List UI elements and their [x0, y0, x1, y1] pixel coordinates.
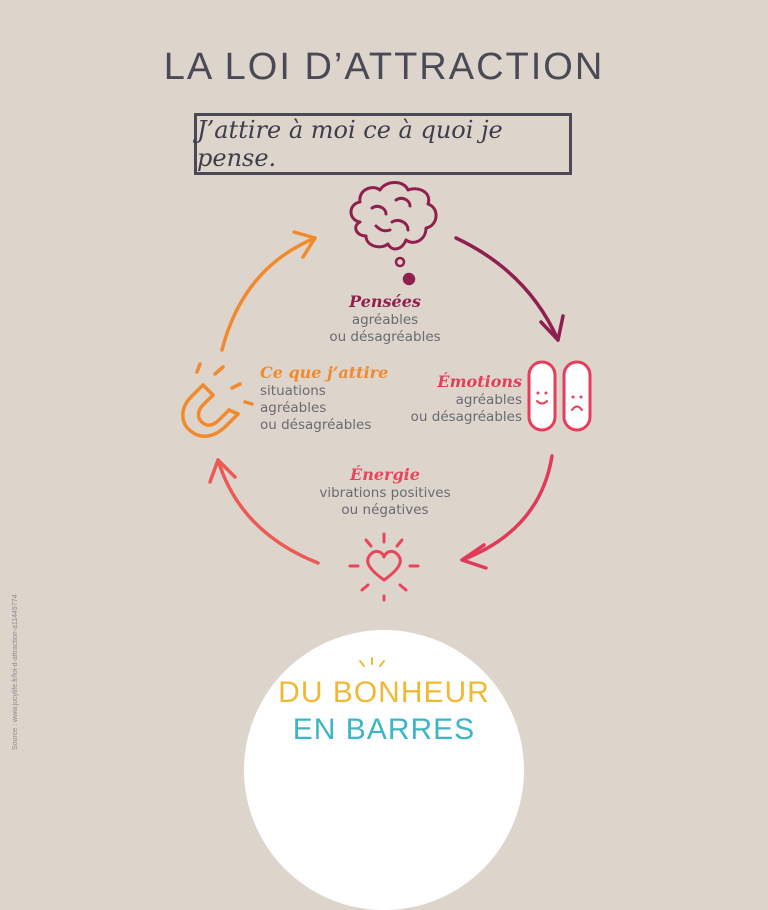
- logo-line-1: DU BONHEUR: [278, 676, 490, 709]
- logo-sparkle-icon: [359, 657, 385, 667]
- logo-line-2: EN BARRES: [292, 713, 476, 746]
